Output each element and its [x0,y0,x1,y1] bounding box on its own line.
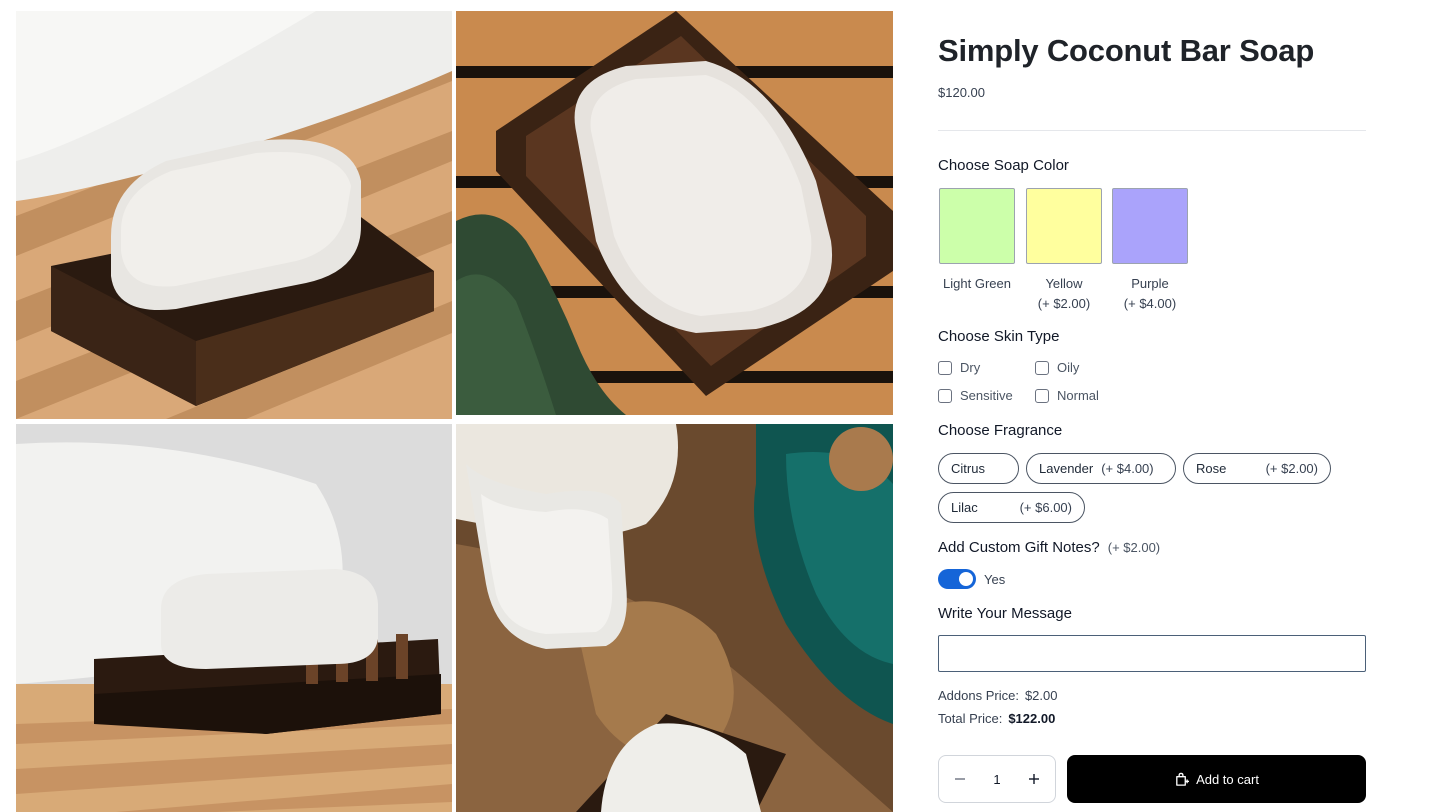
gift-notes-toggle-row: Yes [938,569,1005,589]
increase-quantity-button[interactable] [1027,772,1041,786]
fragrance-option-name: Lilac [951,500,978,515]
checkbox-label: Normal [1057,388,1099,403]
add-to-cart-button[interactable]: Add to cart [1067,755,1366,803]
total-price-value: $122.00 [1008,711,1056,726]
color-option-extra-price: (+ $4.00) [1123,296,1177,311]
checkbox-label: Oily [1057,360,1080,375]
checkbox-label: Sensitive [960,388,1013,403]
skin-type-sensitive[interactable]: Sensitive [938,388,1013,403]
skin-type-label: Choose Skin Type [938,328,1060,345]
color-option-extra-price: (+ $2.00) [1037,296,1091,311]
message-input[interactable] [938,635,1366,672]
gift-notes-toggle[interactable] [938,569,976,589]
color-option-name: Light Green [943,276,1011,291]
product-price: $120.00 [938,85,985,100]
product-gallery [16,11,893,812]
minus-icon [955,778,965,780]
product-details: Simply Coconut Bar Soap $120.00 Choose S… [938,0,1366,812]
product-image-4[interactable] [456,424,893,812]
fragrance-option-lilac[interactable]: Lilac (+ $6.00) [938,492,1085,523]
checkbox[interactable] [1035,360,1049,375]
fragrance-option-citrus[interactable]: Citrus [938,453,1019,484]
color-option-yellow[interactable]: Yellow (+ $2.00) [1020,188,1108,314]
toggle-knob [959,572,973,586]
checkbox-label: Dry [960,360,981,375]
product-photo [16,11,452,419]
skin-type-oily[interactable]: Oily [1035,360,1079,375]
quantity-stepper: 1 [938,755,1056,803]
total-price-row: Total Price: $122.00 [938,711,1055,726]
fragrance-option-lavender[interactable]: Lavender (+ $4.00) [1026,453,1176,484]
color-option-light-green[interactable]: Light Green [933,188,1021,294]
decrease-quantity-button[interactable] [953,772,967,786]
fragrance-option-rose[interactable]: Rose (+ $2.00) [1183,453,1331,484]
quantity-value[interactable]: 1 [993,772,1000,787]
product-title: Simply Coconut Bar Soap [938,33,1315,68]
color-swatch[interactable] [1112,188,1188,264]
product-photo [16,424,452,812]
addons-price-label: Addons Price: [938,688,1019,703]
fragrance-option-extra-price: (+ $4.00) [1101,461,1154,476]
color-option-name: Purple [1131,276,1169,291]
fragrance-option-name: Citrus [951,461,985,476]
add-to-cart-label: Add to cart [1196,771,1259,787]
product-image-3[interactable] [16,424,452,812]
product-image-2[interactable] [456,11,893,415]
message-label: Write Your Message [938,605,1072,622]
fragrance-label: Choose Fragrance [938,422,1063,439]
gift-notes-heading: Add Custom Gift Notes? (+ $2.00) [938,539,1160,556]
divider [938,130,1366,131]
color-option-purple[interactable]: Purple (+ $4.00) [1106,188,1194,314]
toggle-label: Yes [984,571,1006,587]
product-photo [456,11,893,415]
checkbox[interactable] [938,360,952,375]
color-option-name: Yellow [1045,276,1083,291]
color-swatch[interactable] [939,188,1015,264]
gift-notes-extra-price: (+ $2.00) [1107,540,1161,555]
product-image-1[interactable] [16,11,452,419]
fragrance-option-extra-price: (+ $6.00) [1019,500,1072,515]
checkbox[interactable] [1035,388,1049,403]
product-photo [456,424,893,812]
total-price-label: Total Price: [938,711,1003,726]
fragrance-option-name: Lavender [1039,461,1094,476]
fragrance-option-extra-price: (+ $2.00) [1265,461,1318,476]
checkbox[interactable] [938,388,952,403]
plus-icon [1028,774,1039,784]
soap-color-label: Choose Soap Color [938,157,1069,174]
skin-type-normal[interactable]: Normal [1035,388,1099,403]
fragrance-option-name: Rose [1196,461,1227,476]
skin-type-options: Dry Oily Sensitive Normal [938,360,1238,410]
addons-price-value: $2.00 [1024,688,1058,703]
gift-notes-label: Add Custom Gift Notes? [938,539,1100,556]
color-swatch[interactable] [1026,188,1102,264]
cart-icon [1176,772,1190,786]
skin-type-dry[interactable]: Dry [938,360,980,375]
addons-price-row: Addons Price: $2.00 [938,688,1057,703]
soap-color-options: Light Green Yellow (+ $2.00) Purple (+ $… [938,188,1366,318]
